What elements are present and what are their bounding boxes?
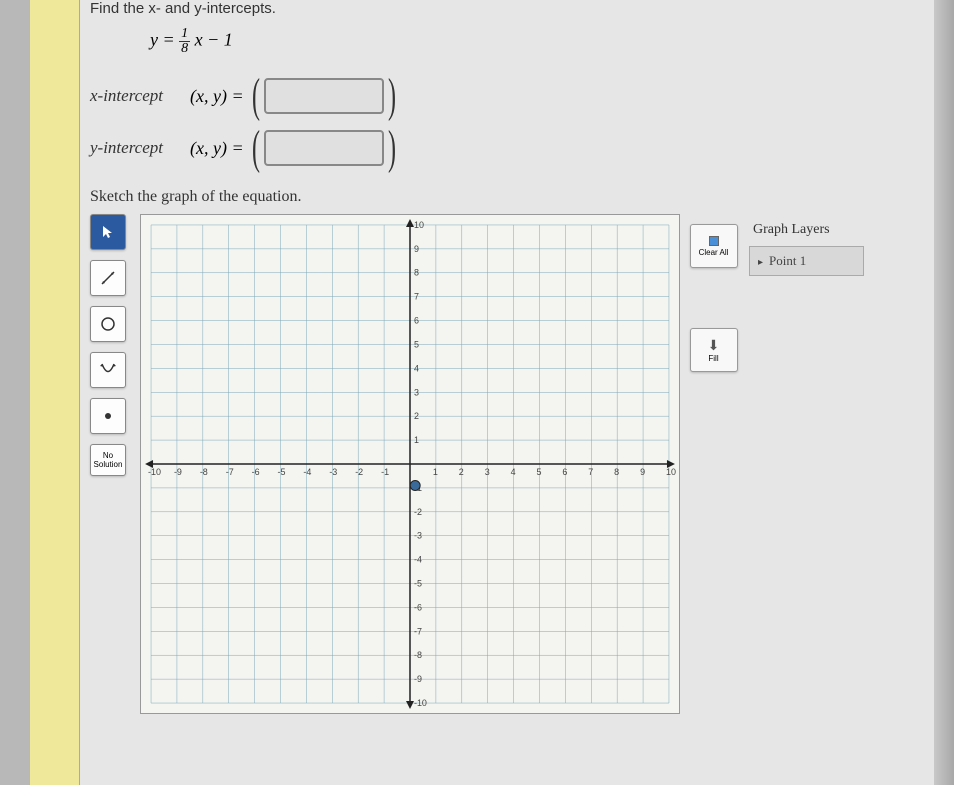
layers-title: Graph Layers [749, 214, 864, 246]
equation-lhs: y = [150, 30, 175, 50]
svg-text:-9: -9 [174, 467, 182, 477]
svg-text:-2: -2 [355, 467, 363, 477]
fill-button[interactable]: ⬇ Fill [690, 328, 738, 372]
svg-text:2: 2 [414, 411, 419, 421]
svg-text:7: 7 [414, 292, 419, 302]
nosol-text2: Solution [94, 460, 123, 469]
parabola-tool[interactable] [90, 352, 126, 388]
svg-text:-7: -7 [226, 467, 234, 477]
line-icon [99, 269, 117, 287]
svg-text:-3: -3 [414, 531, 422, 541]
equation: y = 1 8 x − 1 [150, 27, 924, 56]
graph-toolbar: No Solution [90, 214, 130, 714]
pointer-tool[interactable] [90, 214, 126, 250]
svg-text:6: 6 [562, 467, 567, 477]
graph-layers-panel: Graph Layers Point 1 [749, 214, 864, 714]
parabola-icon [99, 361, 117, 379]
svg-text:3: 3 [414, 387, 419, 397]
paren-close: ) [388, 76, 396, 116]
y-intercept-label: y-intercept [90, 138, 190, 158]
paren-open: ( [252, 76, 260, 116]
fill-icon: ⬇ [708, 337, 720, 354]
equation-denominator: 8 [181, 42, 188, 56]
no-solution-tool[interactable]: No Solution [90, 444, 126, 476]
clear-all-label: Clear All [699, 248, 729, 257]
svg-text:-5: -5 [414, 579, 422, 589]
x-intercept-input[interactable] [264, 78, 384, 114]
svg-text:-1: -1 [381, 467, 389, 477]
svg-text:-8: -8 [414, 650, 422, 660]
paren-close: ) [388, 128, 396, 168]
point-tool[interactable] [90, 398, 126, 434]
circle-icon [99, 315, 117, 333]
svg-text:-6: -6 [414, 602, 422, 612]
svg-text:5: 5 [536, 467, 541, 477]
svg-text:1: 1 [414, 435, 419, 445]
svg-text:8: 8 [614, 467, 619, 477]
svg-text:1: 1 [433, 467, 438, 477]
prompt-text: Find the x- and y-intercepts. [90, 0, 924, 17]
svg-text:-7: -7 [414, 626, 422, 636]
graph-svg: -10 -9 -8 -7 -6 -5 -4 -3 -2 -1 1 2 3 4 5 6 7 8 9 10 -10 -9 -8 -… [141, 215, 679, 713]
svg-text:-2: -2 [414, 507, 422, 517]
svg-text:8: 8 [414, 268, 419, 278]
line-tool[interactable] [90, 260, 126, 296]
svg-text:-4: -4 [414, 555, 422, 565]
y-intercept-eq: (x, y) = [190, 138, 244, 159]
svg-text:-8: -8 [200, 467, 208, 477]
equation-numerator: 1 [179, 27, 190, 42]
equation-rhs: x − 1 [195, 30, 233, 50]
svg-text:-4: -4 [303, 467, 311, 477]
svg-text:7: 7 [588, 467, 593, 477]
svg-text:-10: -10 [148, 467, 161, 477]
y-intercept-input[interactable] [264, 130, 384, 166]
point-icon [99, 407, 117, 425]
x-intercept-label: x-intercept [90, 86, 190, 106]
svg-text:-3: -3 [329, 467, 337, 477]
svg-text:3: 3 [485, 467, 490, 477]
svg-text:4: 4 [511, 467, 516, 477]
graph-canvas[interactable]: -10 -9 -8 -7 -6 -5 -4 -3 -2 -1 1 2 3 4 5 6 7 8 9 10 -10 -9 -8 -… [140, 214, 680, 714]
svg-text:2: 2 [459, 467, 464, 477]
fill-label: Fill [708, 354, 718, 363]
svg-text:-5: -5 [278, 467, 286, 477]
svg-text:-10: -10 [414, 698, 427, 708]
sketch-label: Sketch the graph of the equation. [90, 188, 924, 206]
svg-text:-9: -9 [414, 674, 422, 684]
svg-text:10: 10 [414, 220, 424, 230]
circle-tool[interactable] [90, 306, 126, 342]
svg-text:6: 6 [414, 316, 419, 326]
svg-text:9: 9 [640, 467, 645, 477]
cursor-icon [101, 225, 115, 239]
layer-point-1[interactable]: Point 1 [749, 246, 864, 276]
svg-text:-6: -6 [252, 467, 260, 477]
svg-text:5: 5 [414, 339, 419, 349]
svg-text:9: 9 [414, 244, 419, 254]
paren-open: ( [252, 128, 260, 168]
svg-text:4: 4 [414, 363, 419, 373]
nosol-text1: No [103, 451, 113, 460]
clear-all-button[interactable]: Clear All [690, 224, 738, 268]
square-icon [709, 236, 719, 246]
svg-text:10: 10 [666, 467, 676, 477]
x-intercept-eq: (x, y) = [190, 86, 244, 107]
